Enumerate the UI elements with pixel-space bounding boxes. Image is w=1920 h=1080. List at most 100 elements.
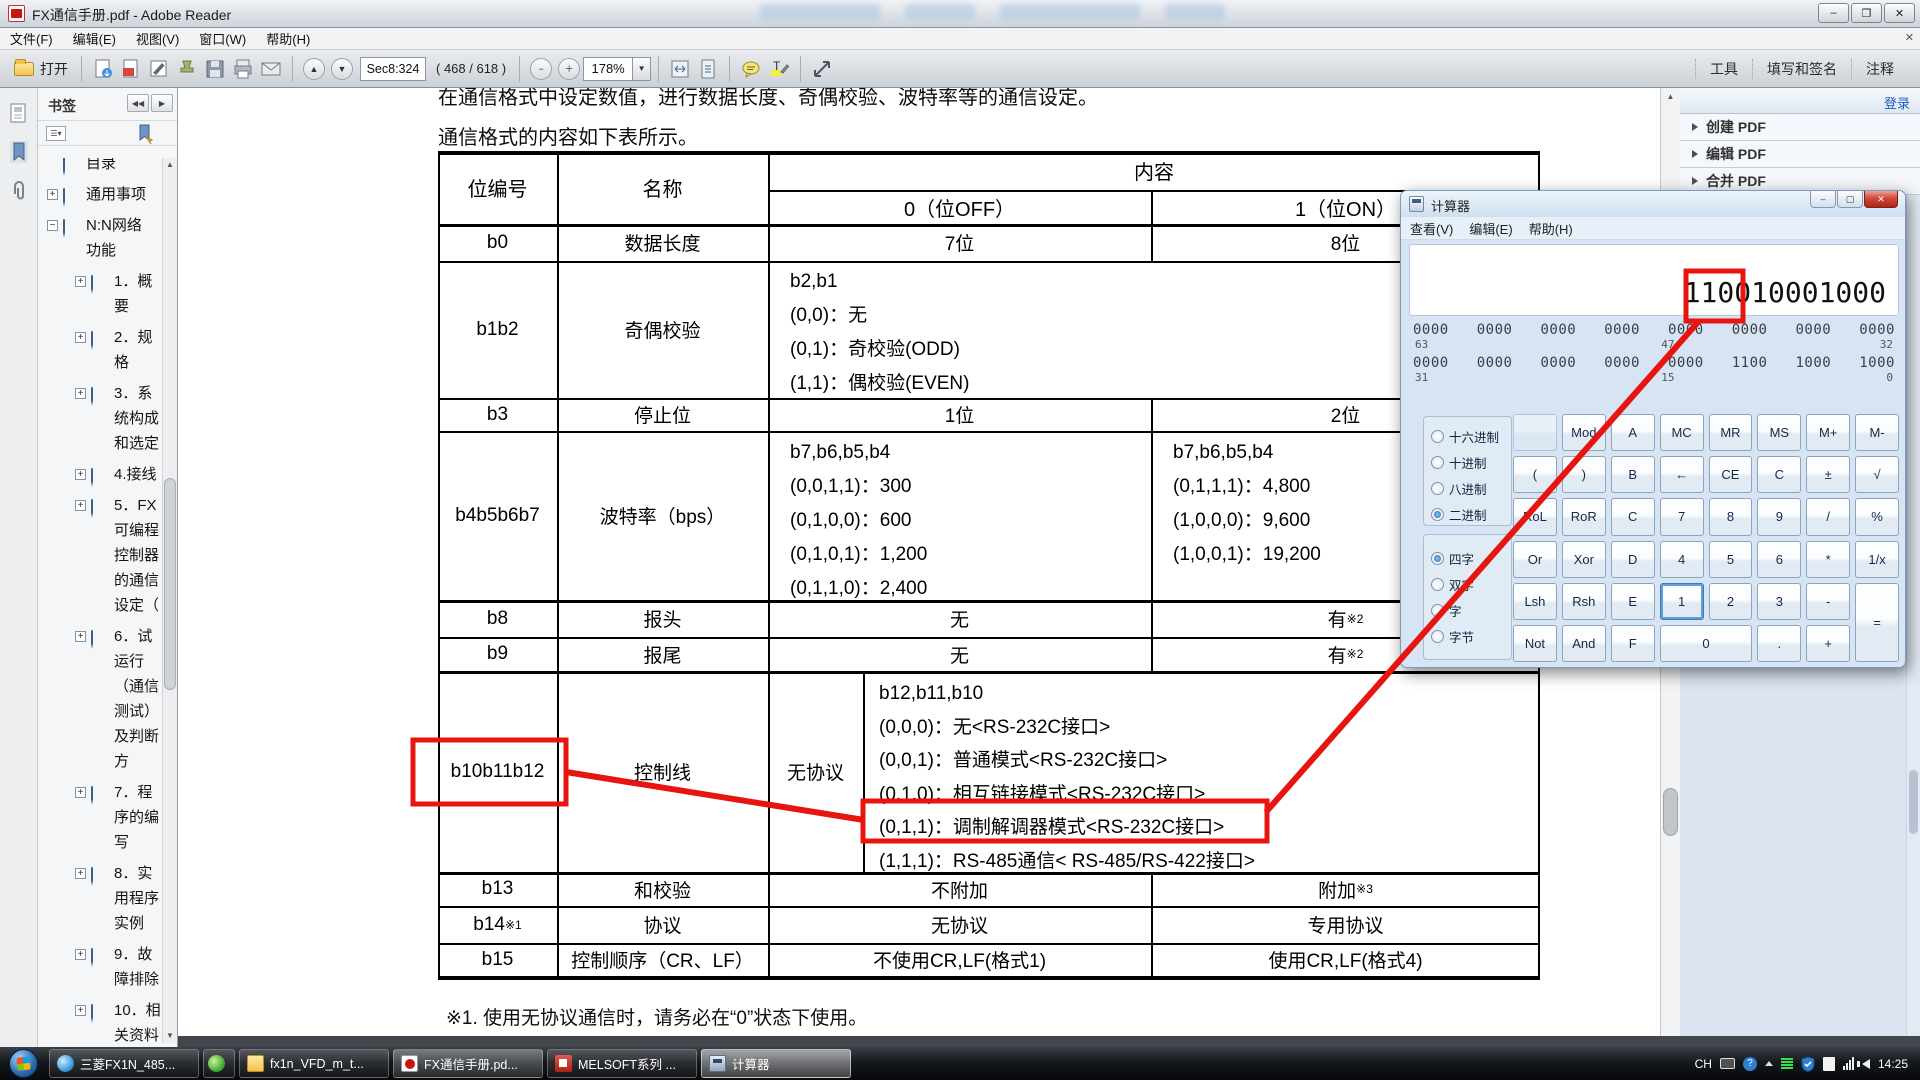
calc-key[interactable]: )	[1562, 456, 1606, 493]
open-button[interactable]: 打开	[8, 56, 74, 82]
expander-icon[interactable]	[75, 332, 86, 343]
calc-key[interactable]: And	[1562, 625, 1606, 662]
status-meter-icon[interactable]	[1781, 1058, 1793, 1069]
calc-key[interactable]: E	[1611, 583, 1655, 620]
calc-key[interactable]: MS	[1757, 414, 1801, 451]
security-shield-icon[interactable]	[1801, 1056, 1815, 1072]
calc-key[interactable]: ±	[1806, 456, 1850, 493]
document-scroll-thumb[interactable]	[1663, 788, 1678, 836]
save-as-icon[interactable]	[92, 58, 114, 80]
radio-icon[interactable]	[1431, 482, 1444, 495]
fit-width-icon[interactable]	[669, 58, 691, 80]
start-button[interactable]	[9, 1049, 38, 1078]
calc-key[interactable]: /	[1806, 498, 1850, 535]
radio-icon[interactable]	[1431, 578, 1444, 591]
bookmark-tree-item[interactable]: N:N网络功能	[38, 210, 162, 266]
bookmark-tree-item[interactable]: 通用事项	[38, 179, 162, 210]
radio-option[interactable]: 字	[1424, 597, 1511, 623]
expander-icon[interactable]	[75, 388, 86, 399]
zoom-out-button[interactable]: −	[530, 58, 552, 80]
expander-icon[interactable]	[47, 220, 58, 231]
options-menu-icon[interactable]: ☰▾	[46, 126, 66, 141]
print-icon[interactable]	[232, 58, 254, 80]
calc-key[interactable]: 0	[1660, 625, 1753, 662]
expander-icon[interactable]	[75, 276, 86, 287]
attachments-icon[interactable]	[9, 180, 29, 204]
calc-key[interactable]: Rsh	[1562, 583, 1606, 620]
radio-icon[interactable]	[1431, 552, 1444, 565]
bookmark-tree-item[interactable]: 1．概要	[38, 266, 162, 322]
bookmark-tree-item[interactable]: 目录	[38, 158, 162, 179]
radio-option[interactable]: 二进制	[1424, 501, 1511, 527]
calc-key[interactable]: Mod	[1562, 414, 1606, 451]
calc-key[interactable]: (	[1513, 456, 1557, 493]
calc-key[interactable]: Not	[1513, 625, 1557, 662]
calc-key[interactable]: 9	[1757, 498, 1801, 535]
calc-key[interactable]: RoR	[1562, 498, 1606, 535]
calc-key[interactable]: MR	[1709, 414, 1753, 451]
calc-key[interactable]: M+	[1806, 414, 1850, 451]
scroll-up-icon[interactable]: ▲	[163, 158, 177, 172]
calc-key[interactable]	[1513, 414, 1557, 451]
calc-key[interactable]: 4	[1660, 541, 1704, 578]
show-hidden-icons-icon[interactable]	[1765, 1061, 1773, 1066]
radio-icon[interactable]	[1431, 430, 1444, 443]
zoom-in-button[interactable]: ＋	[558, 58, 580, 80]
next-page-button[interactable]: ▼	[331, 58, 353, 80]
calc-menu-item[interactable]: 帮助(H)	[1529, 219, 1573, 238]
fullscreen-icon[interactable]	[811, 58, 833, 80]
menu-item[interactable]: 编辑(E)	[63, 29, 126, 48]
radio-icon[interactable]	[1431, 604, 1444, 617]
radio-option[interactable]: 四字	[1424, 545, 1511, 571]
expand-panel-button[interactable]: ▶	[151, 94, 173, 112]
calc-key[interactable]: ←	[1660, 456, 1704, 493]
page-thumbnails-icon[interactable]	[9, 102, 29, 126]
bookmark-tree-item[interactable]: 6．试运行（通信测试）及判断方	[38, 621, 162, 777]
highlight-text-icon[interactable]: T	[768, 58, 790, 80]
calc-menu-item[interactable]: 编辑(E)	[1469, 219, 1512, 238]
radio-option[interactable]: 十进制	[1424, 449, 1511, 475]
calc-key[interactable]: .	[1757, 625, 1801, 662]
calc-key[interactable]: B	[1611, 456, 1655, 493]
bookmark-tree-item[interactable]: 3．系统构成和选定	[38, 378, 162, 459]
calc-minimize-button[interactable]: –	[1810, 191, 1836, 208]
taskbar-app-button[interactable]: MELSOFT系列 ...	[547, 1049, 697, 1078]
sign-in-link[interactable]: 登录	[1884, 93, 1910, 112]
calc-key[interactable]: 1	[1660, 583, 1704, 620]
network-icon[interactable]	[1843, 1057, 1854, 1070]
tools-panel-item[interactable]: 编辑 PDF	[1680, 141, 1920, 168]
scroll-down-icon[interactable]: ▼	[163, 1029, 177, 1043]
minimize-button[interactable]: –	[1818, 3, 1849, 23]
taskbar-app-button[interactable]: FX通信手册.pd...	[393, 1049, 543, 1078]
expander-icon[interactable]	[75, 1005, 86, 1016]
export-pdf-icon[interactable]	[120, 58, 142, 80]
calc-key[interactable]: Lsh	[1513, 583, 1557, 620]
expander-icon[interactable]	[75, 787, 86, 798]
save-icon[interactable]	[204, 58, 226, 80]
menu-item[interactable]: 视图(V)	[126, 29, 189, 48]
help-icon[interactable]: ?	[1743, 1057, 1757, 1071]
radio-option[interactable]: 字节	[1424, 623, 1511, 649]
calc-key[interactable]: 3	[1757, 583, 1801, 620]
calc-key[interactable]: √	[1855, 456, 1899, 493]
calc-key[interactable]: M-	[1855, 414, 1899, 451]
menu-item[interactable]: 帮助(H)	[256, 29, 320, 48]
panel-scroll-thumb[interactable]	[1909, 770, 1918, 834]
toolbar-panel-button[interactable]: 工具	[1695, 59, 1752, 79]
calc-key[interactable]: A	[1611, 414, 1655, 451]
calc-close-button[interactable]: ✕	[1864, 191, 1898, 208]
collapse-panel-button[interactable]: ◀◀	[127, 94, 149, 112]
fit-page-icon[interactable]	[697, 58, 719, 80]
previous-page-button[interactable]: ▲	[303, 58, 325, 80]
calc-key[interactable]: =	[1855, 583, 1899, 662]
expander-icon[interactable]	[75, 949, 86, 960]
taskbar-app-button[interactable]: 三菱FX1N_485...	[49, 1049, 199, 1078]
maximize-button[interactable]: ❐	[1851, 3, 1882, 23]
sidebar-scrollbar[interactable]: ▲ ▼	[162, 158, 177, 1043]
calc-key[interactable]: 6	[1757, 541, 1801, 578]
calc-key[interactable]: 7	[1660, 498, 1704, 535]
sign-icon[interactable]	[148, 58, 170, 80]
calc-key[interactable]: MC	[1660, 414, 1704, 451]
calc-key[interactable]: RoL	[1513, 498, 1557, 535]
calc-key[interactable]: *	[1806, 541, 1850, 578]
